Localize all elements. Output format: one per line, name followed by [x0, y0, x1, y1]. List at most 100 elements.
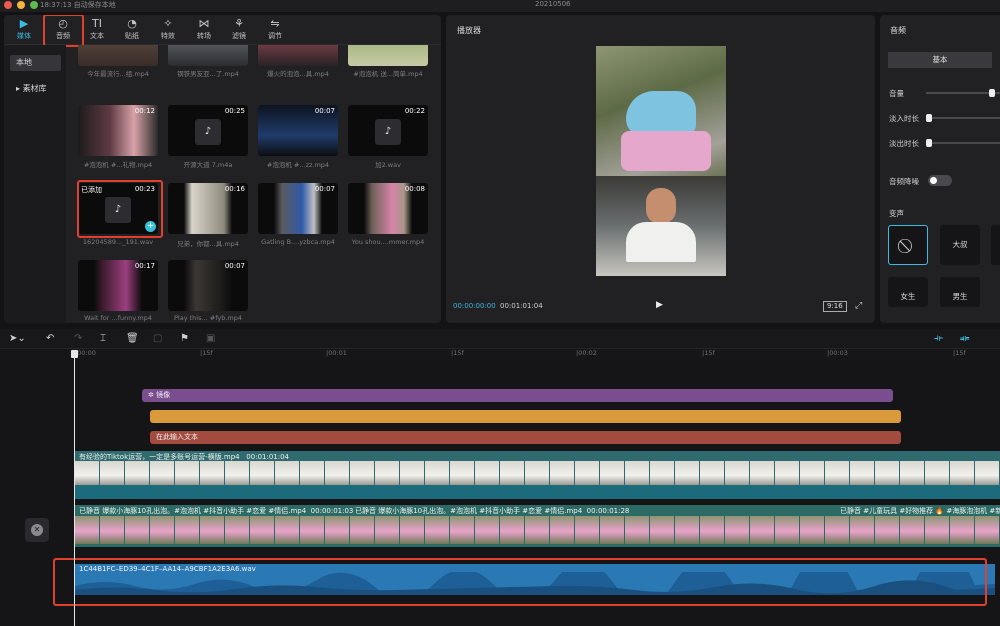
- marker-icon[interactable]: ⚑: [180, 333, 189, 345]
- mute-track-button[interactable]: ✕: [25, 518, 49, 542]
- media-tile[interactable]: [168, 45, 248, 66]
- tab-media[interactable]: ▶ 媒体: [9, 17, 39, 44]
- video-thumbnail: [925, 516, 949, 544]
- media-tile[interactable]: 00:12: [78, 105, 158, 156]
- media-tile[interactable]: 00:07: [258, 183, 338, 234]
- split-icon[interactable]: ⌶: [100, 333, 106, 345]
- select-tool-icon[interactable]: ➤⌄: [9, 333, 26, 345]
- redo-icon[interactable]: ↷: [74, 333, 82, 345]
- tab-sticker[interactable]: ◔ 贴纸: [117, 17, 147, 44]
- freeze-icon[interactable]: ▢: [153, 333, 162, 345]
- fade-in-knob[interactable]: [926, 114, 932, 122]
- video-thumbnail: [550, 461, 574, 485]
- media-caption: #泡泡机 送...简单.mp4: [353, 70, 423, 78]
- main-video-clip[interactable]: 有经验的Tiktok运营，一定是多账号运营-横版.mp4 00:01:01:04: [75, 451, 1000, 499]
- tab-adjust[interactable]: ⇋ 调节: [260, 17, 290, 44]
- autosave-status: 18:37:13 自动保存本地: [40, 1, 116, 9]
- voice-more-button[interactable]: [991, 225, 1000, 265]
- tab-filter[interactable]: ⚘ 滤镜: [224, 17, 254, 44]
- tab-effects[interactable]: ✧ 特效: [153, 17, 183, 44]
- media-caption: Play this... #fyb.mp4: [174, 314, 242, 322]
- tool-tabs: ▶ 媒体 ◴ 音频 TI 文本 ◔ 贴纸 ✧ 特效 ⋈ 转场 ⚘ 滤镜 ⇋ 调节: [4, 15, 441, 47]
- voice-female-button[interactable]: 女生: [888, 277, 928, 307]
- media-tile[interactable]: 00:07: [168, 260, 248, 311]
- media-tile[interactable]: 00:25 ♪: [168, 105, 248, 156]
- main-video-name: 有经验的Tiktok运营，一定是多账号运营-横版.mp4: [79, 453, 240, 461]
- video-thumbnail: [100, 516, 124, 544]
- media-tile[interactable]: [258, 45, 338, 66]
- video-thumbnail: [950, 461, 974, 485]
- video-thumbnail: [500, 516, 524, 544]
- video-thumbnail: [200, 516, 224, 544]
- video-thumbnails: [75, 461, 1000, 485]
- current-timecode: 00:00:00:00: [453, 302, 496, 310]
- video-thumbnail: [900, 461, 924, 485]
- fullscreen-icon[interactable]: ⤢: [855, 301, 862, 311]
- denoise-toggle[interactable]: [928, 175, 952, 186]
- side-nav: 本地 ▸ 素材库: [4, 45, 66, 323]
- media-caption: #泡泡机 #...zz.mp4: [266, 161, 330, 169]
- video-thumbnail: [175, 461, 199, 485]
- video-thumbnail: [650, 516, 674, 544]
- playhead[interactable]: [74, 350, 75, 626]
- volume-knob[interactable]: [988, 89, 995, 97]
- media-caption: Wait for ...funny.mp4: [84, 314, 152, 322]
- ruler-tick: |00:02: [576, 349, 597, 357]
- play-icon[interactable]: ▶: [656, 300, 663, 310]
- snap-icon[interactable]: ⟛: [934, 333, 943, 345]
- video-thumbnail: [825, 516, 849, 544]
- aspect-ratio-button[interactable]: 9:16: [823, 301, 847, 312]
- timeline-toolbar: ➤⌄ ↶ ↷ ⌶ 🗑 ▢ ⚑ ▣ ⟛ ⟚: [0, 329, 1000, 349]
- volume-slider[interactable]: [926, 89, 1000, 97]
- video-thumbnail: [150, 516, 174, 544]
- side-item-local[interactable]: 本地: [10, 55, 61, 71]
- effect-clip[interactable]: ✲ 镜像: [142, 389, 893, 402]
- title-bar: 18:37:13 自动保存本地 20210506: [0, 0, 1000, 12]
- minimize-window-icon[interactable]: [17, 1, 25, 9]
- crop-icon[interactable]: ▣: [206, 333, 215, 345]
- side-item-library[interactable]: ▸ 素材库: [10, 81, 61, 97]
- video-thumbnail: [850, 516, 874, 544]
- close-window-icon[interactable]: [4, 1, 12, 9]
- maximize-window-icon[interactable]: [30, 1, 38, 9]
- adjust-icon: ⇋: [270, 17, 280, 30]
- video-thumbnails: [75, 516, 1000, 544]
- sub-video-clip[interactable]: 已静音 爆款小海豚10孔出泡。#泡泡机 #抖音小助手 #恋爱 #情侣.mp4 0…: [75, 505, 1000, 547]
- link-icon[interactable]: ⟚: [960, 333, 969, 345]
- voice-uncle-button[interactable]: 大叔: [940, 225, 980, 265]
- media-tile[interactable]: 00:16: [168, 183, 248, 234]
- playhead-handle[interactable]: [71, 350, 78, 358]
- player-title: 播放器: [457, 26, 481, 35]
- voice-male-button[interactable]: 男生: [940, 277, 980, 307]
- tab-text[interactable]: TI 文本: [82, 17, 112, 44]
- media-tile[interactable]: [78, 45, 158, 66]
- text-clip-1[interactable]: [150, 410, 901, 423]
- media-tile[interactable]: 00:17: [78, 260, 158, 311]
- undo-icon[interactable]: ↶: [46, 333, 54, 345]
- video-thumbnail: [525, 516, 549, 544]
- delete-icon[interactable]: 🗑: [126, 333, 139, 345]
- video-thumbnail: [975, 461, 999, 485]
- video-thumbnail: [800, 461, 824, 485]
- sub-video-duration: 00:00:01:03: [310, 507, 354, 515]
- player-panel: 播放器 00:00:00:00 00:01:01:04 ▶ 9:16 ⤢: [446, 15, 875, 323]
- media-tile[interactable]: 00:08: [348, 183, 428, 234]
- time-ruler[interactable]: |00:00 |15f |00:01 |15f |00:02 |15f |00:03 |15f: [0, 349, 1000, 361]
- preview-video-top: [596, 46, 726, 176]
- video-thumbnail: [875, 516, 899, 544]
- video-thumbnail: [750, 516, 774, 544]
- tab-basic[interactable]: 基本: [888, 52, 992, 68]
- fade-out-label: 淡出时长: [889, 139, 919, 148]
- media-tile[interactable]: 00:22 ♪: [348, 105, 428, 156]
- fade-out-knob[interactable]: [926, 139, 932, 147]
- voice-none-button[interactable]: ⃠: [888, 225, 928, 265]
- ruler-tick: |00:01: [326, 349, 347, 357]
- media-tile[interactable]: [348, 45, 428, 66]
- tab-transition[interactable]: ⋈ 转场: [189, 17, 219, 44]
- fade-out-slider[interactable]: [926, 139, 1000, 147]
- inspector-title: 音频: [890, 26, 906, 35]
- media-tile[interactable]: 00:07: [258, 105, 338, 156]
- video-thumbnail: [75, 516, 99, 544]
- fade-in-slider[interactable]: [926, 114, 1000, 122]
- text-clip-2[interactable]: 在此输入文本: [150, 431, 901, 444]
